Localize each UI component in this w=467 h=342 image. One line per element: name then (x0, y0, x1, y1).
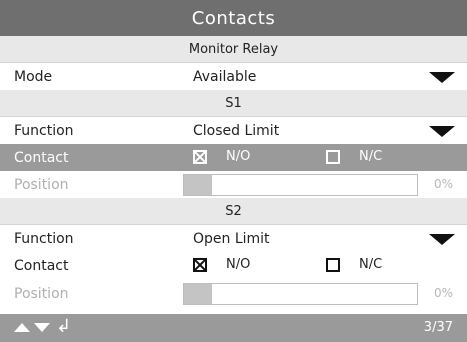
nc-checkbox[interactable] (326, 258, 340, 272)
contacts-screen: Contacts Monitor Relay Mode Available S1… (0, 0, 467, 342)
section-monitor-relay: Monitor Relay (0, 36, 467, 63)
section-title: Monitor Relay (188, 41, 279, 57)
contact-label: Contact (14, 150, 69, 166)
position-value: 0% (433, 177, 453, 191)
no-label: N/O (226, 149, 251, 164)
mode-label: Mode (14, 69, 53, 85)
s2-contact-row[interactable]: Contact N/O N/C (0, 252, 467, 279)
function-value[interactable]: Open Limit (193, 231, 270, 247)
position-fill (184, 284, 212, 304)
title-bar: Contacts (0, 0, 467, 36)
page-indicator: 3/37 (423, 320, 453, 335)
mode-value[interactable]: Available (193, 69, 256, 85)
function-label: Function (14, 231, 74, 247)
s1-contact-row[interactable]: Contact N/O N/C (0, 144, 467, 171)
contact-label: Contact (14, 258, 69, 274)
no-label: N/O (226, 257, 251, 272)
mode-row[interactable]: Mode Available (0, 63, 467, 90)
enter-icon[interactable]: ↲ (56, 316, 71, 337)
function-value[interactable]: Closed Limit (193, 123, 279, 139)
position-value: 0% (433, 286, 453, 300)
position-label: Position (14, 286, 69, 302)
section-s1: S1 (0, 90, 467, 117)
section-s2: S2 (0, 198, 467, 225)
page-title: Contacts (191, 7, 276, 29)
up-arrow-icon[interactable] (14, 323, 30, 332)
no-checkbox[interactable] (193, 150, 207, 164)
chevron-down-icon[interactable] (429, 126, 455, 137)
position-bar (183, 283, 418, 305)
position-bar (183, 174, 418, 196)
s1-function-row[interactable]: Function Closed Limit (0, 117, 467, 144)
nc-checkbox[interactable] (326, 150, 340, 164)
nc-label: N/C (359, 257, 383, 272)
chevron-down-icon[interactable] (429, 72, 455, 83)
position-fill (184, 175, 212, 195)
section-title: S1 (225, 95, 242, 111)
chevron-down-icon[interactable] (429, 234, 455, 245)
s2-position-row: Position 0% (0, 280, 467, 307)
footer-bar: ↲ 3/37 (0, 314, 467, 342)
section-title: S2 (225, 203, 242, 219)
no-checkbox[interactable] (193, 258, 207, 272)
s1-position-row: Position 0% (0, 171, 467, 198)
function-label: Function (14, 123, 74, 139)
nc-label: N/C (359, 149, 383, 164)
s2-function-row[interactable]: Function Open Limit (0, 225, 467, 252)
position-label: Position (14, 177, 69, 193)
down-arrow-icon[interactable] (34, 323, 50, 332)
